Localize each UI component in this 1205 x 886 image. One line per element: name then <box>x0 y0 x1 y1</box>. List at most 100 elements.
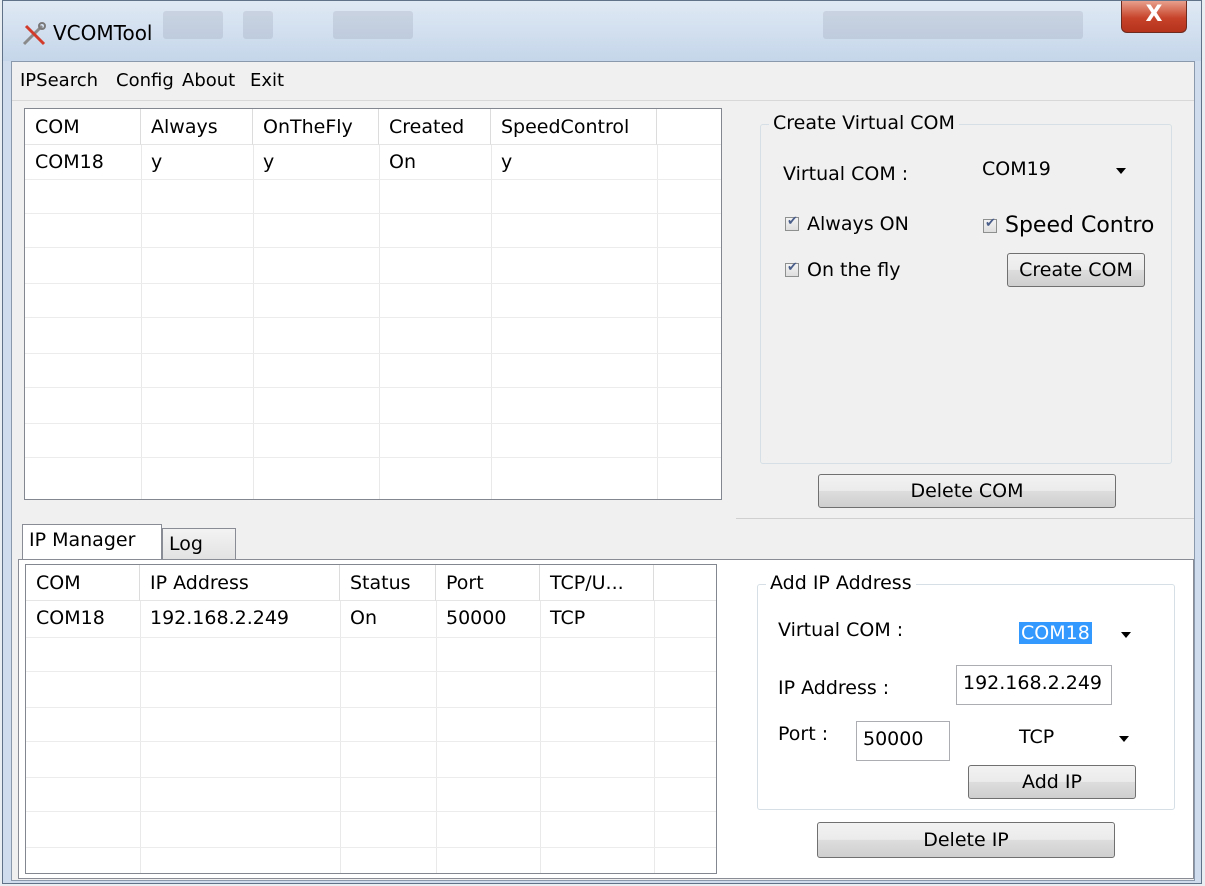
close-icon: X <box>1145 2 1163 27</box>
grid-line <box>25 457 721 458</box>
on-the-fly-checkbox[interactable]: ✔ On the fly <box>785 259 900 281</box>
col-header-created[interactable]: Created <box>379 109 491 145</box>
grid-line <box>25 387 721 388</box>
chevron-down-icon <box>1116 168 1126 174</box>
grid-line <box>25 317 721 318</box>
col-header-com[interactable]: COM <box>26 565 140 601</box>
menu-config[interactable]: Config <box>116 70 174 91</box>
grid-line <box>26 847 716 848</box>
add-ip-virtual-com-value: COM18 <box>1019 622 1092 644</box>
add-ip-groupbox: Add IP Address Virtual COM : COM18 IP Ad… <box>757 572 1175 810</box>
title-bar[interactable]: VCOMTool X <box>3 1 1201 61</box>
tab-ip-manager[interactable]: IP Manager <box>22 524 162 560</box>
col-header-com[interactable]: COM <box>25 109 141 145</box>
close-button[interactable]: X <box>1121 1 1187 33</box>
chevron-down-icon <box>1119 736 1129 742</box>
checkbox-box: ✔ <box>785 260 799 277</box>
app-window: VCOMTool X IPSearch Config About Exit CO… <box>2 0 1202 884</box>
virtual-com-label: Virtual COM : <box>783 163 909 185</box>
cell-ip-address: 192.168.2.249 <box>150 607 290 629</box>
grid-line <box>26 707 716 708</box>
grid-line <box>540 601 541 873</box>
create-com-group-title: Create Virtual COM <box>769 112 959 134</box>
col-header-empty <box>657 109 721 145</box>
create-com-groupbox: Create Virtual COM Virtual COM : COM19 ✔… <box>760 112 1172 464</box>
title-bar-blur <box>333 11 413 39</box>
create-com-button[interactable]: Create COM <box>1007 253 1145 287</box>
add-ip-virtual-com-select[interactable]: COM18 <box>1016 615 1140 655</box>
protocol-value: TCP <box>1019 726 1055 748</box>
ip-address-label: IP Address : <box>778 677 890 699</box>
grid-line <box>253 145 254 499</box>
virtual-com-select[interactable]: COM19 <box>975 151 1135 193</box>
cell-port: 50000 <box>446 607 507 629</box>
grid-line <box>654 601 655 873</box>
ip-manager-page: COM IP Address Status Port TCP/U... COM1… <box>18 559 1194 879</box>
delete-ip-button[interactable]: Delete IP <box>817 822 1115 858</box>
grid-line <box>25 179 721 180</box>
window-title: VCOMTool <box>53 21 153 45</box>
checkmark-icon: ✔ <box>787 214 798 229</box>
client-area: IPSearch Config About Exit COM Always On… <box>11 61 1195 881</box>
col-header-status[interactable]: Status <box>340 565 436 601</box>
grid-line <box>25 247 721 248</box>
col-header-protocol[interactable]: TCP/U... <box>540 565 654 601</box>
col-header-port[interactable]: Port <box>436 565 540 601</box>
checkbox-box: ✔ <box>983 215 997 233</box>
menu-about[interactable]: About <box>182 70 235 91</box>
tab-log[interactable]: Log <box>162 528 236 560</box>
grid-line <box>436 601 437 873</box>
grid-line <box>491 145 492 499</box>
cell-created: On <box>389 151 416 173</box>
menu-bar: IPSearch Config About Exit <box>12 62 1194 101</box>
port-label: Port : <box>778 723 829 745</box>
checkbox-box: ✔ <box>785 214 799 231</box>
cell-speedcontrol: y <box>501 151 513 173</box>
col-header-empty <box>654 565 716 601</box>
create-com-panel: Create Virtual COM Virtual COM : COM19 ✔… <box>736 104 1194 519</box>
virtual-com-value: COM19 <box>982 158 1051 180</box>
tools-icon <box>22 22 46 46</box>
on-the-fly-label: On the fly <box>807 259 901 281</box>
col-header-ip-address[interactable]: IP Address <box>140 565 340 601</box>
checkmark-icon: ✔ <box>985 215 996 231</box>
grid-line <box>25 353 721 354</box>
ip-table[interactable]: COM IP Address Status Port TCP/U... COM1… <box>25 564 717 874</box>
add-ip-button[interactable]: Add IP <box>968 765 1136 799</box>
cell-onthefly: y <box>263 151 275 173</box>
grid-line <box>25 423 721 424</box>
grid-line <box>26 777 716 778</box>
menu-exit[interactable]: Exit <box>250 70 284 91</box>
protocol-select[interactable]: TCP <box>1012 719 1138 759</box>
title-bar-blur <box>243 11 273 39</box>
add-ip-virtual-com-label: Virtual COM : <box>778 619 904 641</box>
chevron-down-icon <box>1121 632 1131 638</box>
speed-control-checkbox[interactable]: ✔ Speed Contro <box>983 213 1154 238</box>
title-bar-blur <box>163 11 223 39</box>
ip-address-input[interactable]: 192.168.2.249 <box>956 665 1112 705</box>
grid-line <box>26 637 716 638</box>
grid-line <box>379 145 380 499</box>
speed-control-label: Speed Contro <box>1005 213 1155 238</box>
always-on-checkbox[interactable]: ✔ Always ON <box>785 213 909 235</box>
com-table[interactable]: COM Always OnTheFly Created SpeedControl… <box>24 108 722 500</box>
add-ip-group-title: Add IP Address <box>766 572 916 594</box>
grid-line <box>340 601 341 873</box>
col-header-onthefly[interactable]: OnTheFly <box>253 109 379 145</box>
menu-ipsearch[interactable]: IPSearch <box>20 70 98 91</box>
grid-line <box>141 145 142 499</box>
grid-line <box>657 145 658 499</box>
cell-always: y <box>151 151 163 173</box>
checkmark-icon: ✔ <box>787 260 798 275</box>
grid-line <box>25 213 721 214</box>
col-header-speedcontrol[interactable]: SpeedControl <box>491 109 657 145</box>
port-input[interactable]: 50000 <box>856 721 950 761</box>
grid-line <box>26 671 716 672</box>
col-header-always[interactable]: Always <box>141 109 253 145</box>
delete-com-button[interactable]: Delete COM <box>818 474 1116 508</box>
cell-status: On <box>350 607 377 629</box>
grid-line <box>26 811 716 812</box>
grid-line <box>140 601 141 873</box>
grid-line <box>26 741 716 742</box>
always-on-label: Always ON <box>807 213 909 235</box>
